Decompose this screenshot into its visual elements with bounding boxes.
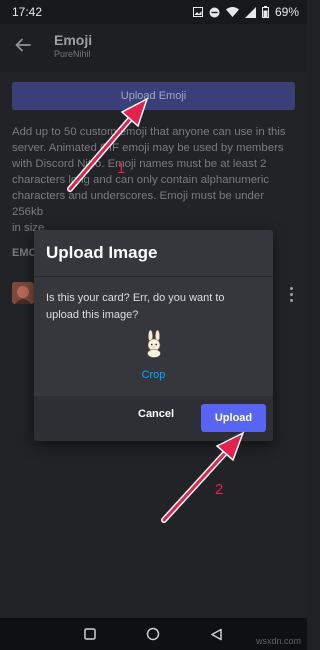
status-bar: 17:42 69% [0,0,307,24]
info-line: Add up to 50 custom emoji that anyone ca… [12,126,286,138]
dialog-footer: Cancel Upload [34,396,273,441]
emoji-info-text: Add up to 50 custom emoji that anyone ca… [12,124,296,236]
home-circle-icon[interactable] [143,624,163,644]
watermark: wsxdn.com [255,636,301,646]
info-line: characters and underscores. Emoji must b… [12,190,264,218]
status-time: 17:42 [12,5,43,19]
signal-icon [244,6,256,18]
arrow-left-icon [15,38,31,57]
upload-emoji-button[interactable]: Upload Emoji [12,82,295,110]
battery-icon [261,6,269,18]
recents-square-icon[interactable] [80,624,100,644]
info-line: with Discord Nitro. Emoji names must be … [12,158,267,170]
info-line: characters long and can only contain alp… [12,174,270,186]
battery-percent: 69% [274,5,299,19]
dialog-title: Upload Image [46,243,158,262]
info-line: server. Animated GIF emoji may be used b… [12,142,284,154]
status-icons: 69% [192,5,299,19]
upload-image-dialog: Upload Image Is this your card? Err, do … [34,230,273,441]
crop-label: Crop [141,369,166,381]
dialog-message: Is this your card? Err, do you want to u… [46,290,261,324]
page-title: Emoji [54,32,93,48]
dialog-divider [34,276,273,277]
cancel-button[interactable]: Cancel [138,408,174,420]
gallery-icon [192,7,203,17]
dnd-icon [209,7,220,18]
back-button[interactable] [8,32,38,62]
dialog-message-line: Is this your card? Err, do you want to [46,292,225,304]
emoji-thumbnail [12,282,34,304]
wifi-icon [225,7,239,17]
server-name: PureNihil [54,49,91,59]
dialog-message-line: upload this image? [46,309,139,321]
upload-button[interactable]: Upload [201,404,266,432]
more-options-icon[interactable] [285,282,297,306]
app-header: Emoji PureNihil [0,24,307,72]
image-preview [142,329,166,358]
back-triangle-icon[interactable] [206,624,226,644]
crop-link[interactable]: Crop [34,369,273,381]
